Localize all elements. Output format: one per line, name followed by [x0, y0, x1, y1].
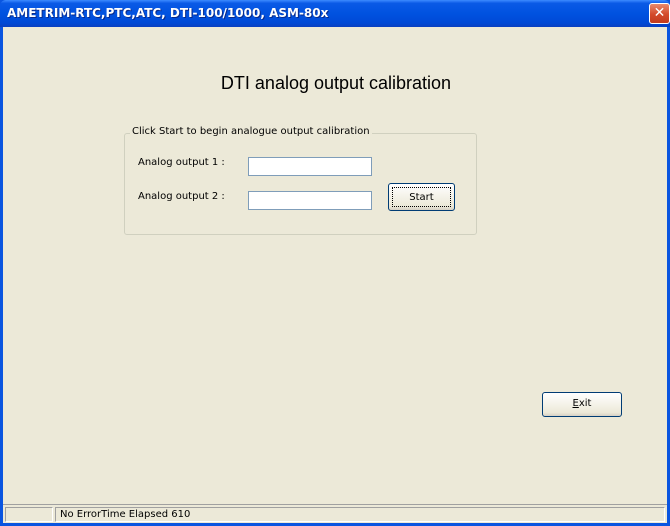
- page-title: DTI analog output calibration: [220, 73, 452, 93]
- start-button-label: Start: [392, 187, 451, 207]
- close-icon: ✕: [653, 5, 666, 21]
- client-area: DTI analog output calibration Click Star…: [3, 27, 667, 523]
- status-panel-left: [5, 507, 53, 522]
- exit-button-label: Exit: [572, 398, 592, 409]
- start-button[interactable]: Start: [388, 183, 455, 211]
- close-button[interactable]: ✕: [649, 3, 670, 24]
- analog-output-1-label: Analog output 1 :: [138, 157, 225, 168]
- status-bar: No ErrorTime Elapsed 610: [3, 504, 667, 523]
- title-bar[interactable]: AMETRIM-RTC,PTC,ATC, DTI-100/1000, ASM-8…: [0, 0, 670, 27]
- analog-output-2-label: Analog output 2 :: [138, 191, 225, 202]
- app-window: AMETRIM-RTC,PTC,ATC, DTI-100/1000, ASM-8…: [0, 0, 670, 526]
- exit-button[interactable]: Exit: [542, 392, 622, 417]
- status-text: No ErrorTime Elapsed 610: [55, 507, 665, 522]
- analog-output-2-field[interactable]: [248, 191, 372, 210]
- window-title: AMETRIM-RTC,PTC,ATC, DTI-100/1000, ASM-8…: [7, 6, 329, 20]
- groupbox-title: Click Start to begin analogue output cal…: [130, 126, 372, 137]
- analog-output-1-field[interactable]: [248, 157, 372, 176]
